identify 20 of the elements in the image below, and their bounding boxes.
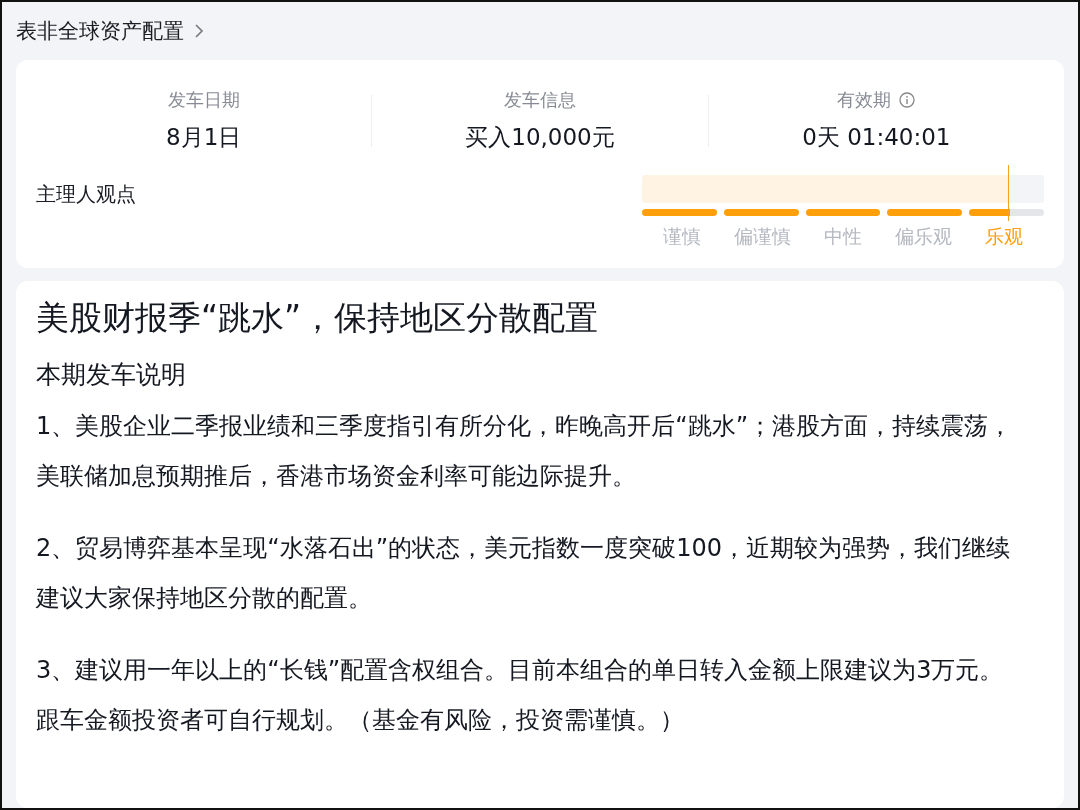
article-paragraph: 3、建议用一年以上的“长钱”配置含权组合。目前本组合的单日转入金额上限建议为3万元。跟车金额投资者可自行规划。（基金有风险，投资需谨慎。） bbox=[36, 654, 1005, 736]
sentiment-label: 中性 bbox=[823, 224, 863, 249]
article-title: 美股财报季“跳水”，保持地区分散配置 bbox=[36, 297, 600, 339]
sentiment-label: 乐观 bbox=[983, 224, 1024, 249]
article-subtitle: 本期发车说明 bbox=[36, 358, 187, 391]
sentiment-label: 偏谨慎 bbox=[733, 224, 793, 249]
stat-label: 发车信息 bbox=[504, 88, 576, 112]
article-paragraph: 2、贸易博弈基本呈现“水落石出”的状态，美元指数一度突破100，近期较为强势，我们继续建议大家保持地区分散的配置。 bbox=[36, 532, 1011, 614]
stat-value: 买入10,000元 bbox=[465, 123, 615, 152]
stat-label: 发车日期 bbox=[167, 88, 240, 112]
stat-value: 0天 01:40:01 bbox=[802, 123, 951, 152]
opinion-label: 主理人观点 bbox=[36, 181, 136, 208]
chevron-right-icon[interactable] bbox=[194, 23, 204, 39]
info-icon[interactable] bbox=[899, 92, 916, 108]
stat-value: 8月1日 bbox=[166, 123, 242, 152]
stat-label: 有效期 bbox=[837, 88, 892, 112]
sentiment-label: 谨慎 bbox=[662, 224, 703, 249]
article-paragraph: 1、美股企业二季报业绩和三季度指引有所分化，昨晚高开后“跳水”；港股方面，持续震荡，美联储加息预期推后，香港市场资金利率可能边际提升。 bbox=[36, 410, 1014, 492]
sentiment-label: 偏乐观 bbox=[893, 224, 953, 249]
breadcrumb-title[interactable]: 表非全球资产配置 bbox=[16, 17, 184, 45]
